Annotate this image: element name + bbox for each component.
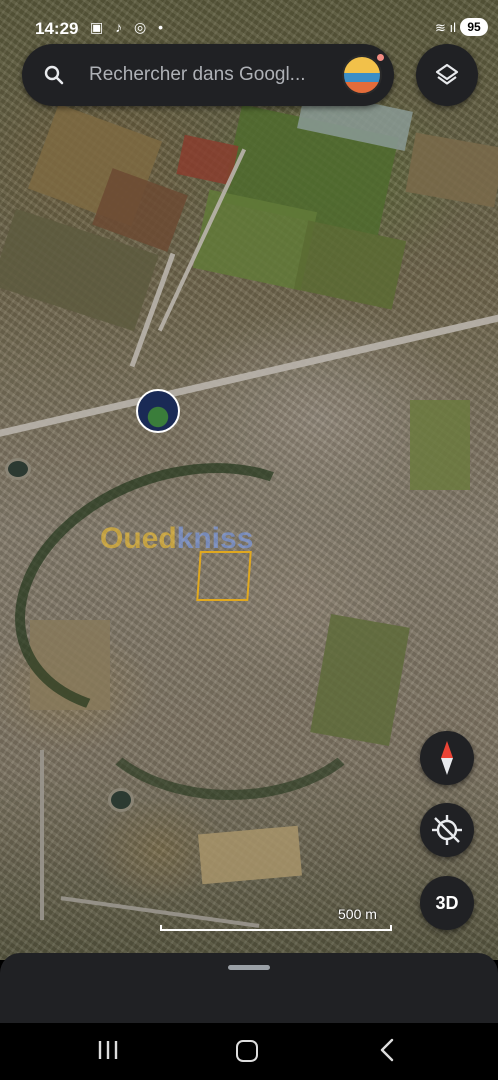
map-field xyxy=(198,825,302,885)
avatar[interactable] xyxy=(342,55,382,95)
search-input[interactable]: Rechercher dans Googl... xyxy=(89,64,306,86)
compass-icon xyxy=(441,741,453,775)
map-field xyxy=(410,400,470,490)
watermark-part: kniss xyxy=(176,522,254,555)
pond xyxy=(5,458,31,480)
road xyxy=(60,896,260,928)
signal-icon: ≋ ıl xyxy=(434,20,456,35)
map-field xyxy=(405,132,498,208)
home-icon[interactable] xyxy=(236,1040,258,1062)
drag-handle[interactable] xyxy=(228,965,270,970)
search-icon xyxy=(42,63,66,87)
notification-icons: ▣ ♪ ◎ • xyxy=(90,19,168,35)
bottom-sheet[interactable] xyxy=(0,953,498,1023)
map-field xyxy=(293,220,407,310)
scale-bar xyxy=(160,925,392,931)
system-nav-bar xyxy=(0,1023,498,1080)
place-marker-photo[interactable] xyxy=(136,389,180,433)
river xyxy=(80,600,380,800)
watermark: Ouedkniss xyxy=(100,522,253,556)
3d-view-button[interactable]: 3D xyxy=(420,876,474,930)
selected-parcel-outline xyxy=(196,551,252,601)
watermark-part: Oued xyxy=(100,522,177,555)
recents-icon[interactable] xyxy=(97,1040,119,1060)
compass-button[interactable] xyxy=(420,731,474,785)
scale-label: 500 m xyxy=(338,906,377,922)
search-bar[interactable]: Rechercher dans Googl... xyxy=(22,44,394,106)
battery-indicator: 95 xyxy=(460,18,488,36)
road xyxy=(40,750,44,920)
status-bar: 14:29 ▣ ♪ ◎ • ≋ ıl 95 xyxy=(0,0,498,44)
layers-button[interactable] xyxy=(416,44,478,106)
my-location-button[interactable] xyxy=(420,803,474,857)
location-off-icon xyxy=(432,815,462,845)
pond xyxy=(108,788,134,812)
notification-dot xyxy=(376,53,385,62)
back-icon[interactable] xyxy=(377,1037,397,1068)
status-time: 14:29 xyxy=(35,19,79,38)
